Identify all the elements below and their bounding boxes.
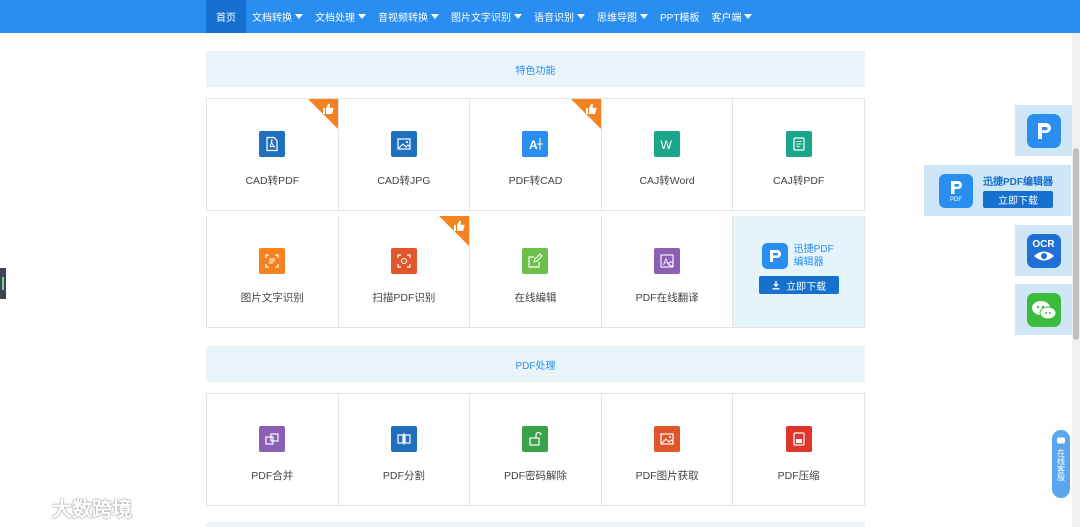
download-button[interactable]: 立即下载 <box>758 276 839 294</box>
tool-label: CAD转JPG <box>377 175 431 187</box>
tool-tile[interactable]: PDF压缩 <box>733 394 865 506</box>
tool-tile[interactable]: PDF图片获取 <box>601 394 734 506</box>
section-title: 特色功能 <box>515 65 556 77</box>
svg-text:W: W <box>661 138 673 152</box>
tool-tile[interactable]: A PDF转CAD <box>470 99 602 211</box>
side-wechat-button[interactable] <box>1015 284 1072 335</box>
features-grid-row-1: CAD转PDF CAD转JPG A PDF转CAD W CAJ转Word CAJ转PDF <box>206 98 865 211</box>
section-header-pdf: PDF处理 <box>206 346 865 382</box>
document-icon <box>785 131 812 157</box>
caret-down-icon <box>744 14 753 19</box>
tool-tile[interactable]: 图片文字识别 <box>207 216 339 328</box>
tool-tile[interactable]: PDF合并 <box>207 394 339 506</box>
ocr-eye-icon: OCR <box>1026 233 1061 268</box>
tool-label: PDF在线翻译 <box>635 292 699 304</box>
nav-item[interactable]: PPT模板 <box>654 0 705 33</box>
tool-tile[interactable]: CAD转JPG <box>338 99 471 211</box>
scrollbar[interactable] <box>1072 33 1080 527</box>
translate-icon: A <box>654 248 681 274</box>
tool-label: CAJ转PDF <box>773 175 825 187</box>
tool-tile[interactable]: CAD转PDF <box>207 99 339 211</box>
pdf-editor-logo-icon <box>761 243 788 269</box>
watermark-logo-icon <box>9 499 45 516</box>
tool-tile[interactable]: 扫描PDF识别 <box>338 216 471 328</box>
split-icon <box>390 426 417 452</box>
tool-label: PDF合并 <box>251 470 294 482</box>
pdf-file-icon <box>259 131 286 157</box>
svg-text:A: A <box>663 257 669 267</box>
tool-label: 在线编辑 <box>514 292 557 304</box>
tool-label: 图片文字识别 <box>240 292 304 304</box>
tool-label: PDF分割 <box>382 470 425 482</box>
side-pdf-editor-panel[interactable]: PDF 迅捷PDF编辑器 立即下载 <box>924 165 1071 216</box>
promo-name: 迅捷PDF编辑器 <box>793 244 834 268</box>
hot-badge-icon <box>307 99 338 129</box>
tool-label: CAD转PDF <box>245 175 300 187</box>
side-download-button[interactable]: 立即下载 <box>983 191 1053 208</box>
caret-down-icon <box>640 14 648 19</box>
image-icon <box>390 131 417 157</box>
scrollbar-thumb[interactable] <box>1073 148 1079 340</box>
nav-item[interactable]: 音视频转换 <box>372 0 445 33</box>
tool-label: PDF压缩 <box>777 470 820 482</box>
picture-icon <box>654 426 681 452</box>
hot-badge-icon <box>570 99 601 129</box>
pdf-editor-icon: PDF <box>939 173 973 208</box>
tool-label: PDF密码解除 <box>503 470 567 482</box>
nav-item[interactable]: 思维导图 <box>591 0 654 33</box>
tool-label: CAJ转Word <box>639 175 695 187</box>
nav-item[interactable]: 图片文字识别 <box>445 0 528 33</box>
nav-item[interactable]: 文档转换 <box>246 0 309 33</box>
tool-label: PDF转CAD <box>508 175 563 187</box>
compress-icon <box>785 426 812 452</box>
tool-label: 扫描PDF识别 <box>372 292 436 304</box>
tool-label: PDF图片获取 <box>635 470 699 482</box>
tool-tile[interactable]: PDF密码解除 <box>470 394 602 506</box>
scan-icon <box>390 248 417 274</box>
side-app-button[interactable] <box>1015 105 1072 156</box>
caret-down-icon <box>431 14 439 19</box>
unlock-icon <box>522 426 549 452</box>
merge-icon <box>259 426 286 452</box>
chat-icon <box>1057 437 1065 444</box>
nav-item[interactable]: 语音识别 <box>528 0 591 33</box>
nav-menu: 首页 文档转换 文档处理 音视频转换 图片文字识别 语音识别 思维导图 PPT模板 客户端 <box>206 0 758 33</box>
pdf-app-icon <box>1026 113 1061 148</box>
svg-text:A: A <box>529 138 538 152</box>
nav-item[interactable]: 首页 <box>206 0 246 33</box>
side-editor-name: 迅捷PDF编辑器 <box>983 177 1053 188</box>
features-grid-row-2: 图片文字识别 扫描PDF识别 在线编辑 A PDF在线翻译 迅捷PDF编辑器 立即下载 <box>206 216 865 328</box>
top-nav: 首页 文档转换 文档处理 音视频转换 图片文字识别 语音识别 思维导图 PPT模板 客户端 <box>0 0 1080 33</box>
scan-text-icon <box>259 248 286 274</box>
left-side-tab[interactable] <box>0 268 6 299</box>
edit-icon <box>522 248 549 274</box>
caret-down-icon <box>358 14 366 19</box>
tool-tile[interactable]: A PDF在线翻译 <box>601 216 734 328</box>
wechat-icon <box>1026 292 1061 327</box>
tool-tile[interactable]: 在线编辑 <box>470 216 602 328</box>
tool-tile[interactable]: PDF分割 <box>338 394 471 506</box>
caret-down-icon <box>295 14 303 19</box>
caret-down-icon <box>577 14 585 19</box>
nav-item[interactable]: 客户端 <box>705 0 758 33</box>
cad-icon: A <box>522 131 549 157</box>
download-icon <box>772 281 780 290</box>
hot-badge-icon <box>439 216 470 246</box>
nav-item[interactable]: 文档处理 <box>309 0 372 33</box>
section-title: PDF处理 <box>515 360 556 372</box>
online-service-button[interactable]: 在线客服 <box>1052 430 1070 498</box>
pdf-tools-grid: PDF合并 PDF分割 PDF密码解除 PDF图片获取 PDF压缩 <box>206 393 865 506</box>
tool-tile[interactable]: W CAJ转Word <box>601 99 734 211</box>
word-icon: W <box>654 131 681 157</box>
watermark: 大数跨境 <box>8 493 132 522</box>
next-section-header <box>206 522 865 527</box>
promo-pdf-editor: 迅捷PDF编辑器 立即下载 <box>733 216 865 328</box>
side-ocr-button[interactable]: OCR <box>1015 225 1072 276</box>
caret-down-icon <box>514 14 522 19</box>
section-header-features: 特色功能 <box>206 51 865 87</box>
tool-tile[interactable]: CAJ转PDF <box>733 99 865 211</box>
